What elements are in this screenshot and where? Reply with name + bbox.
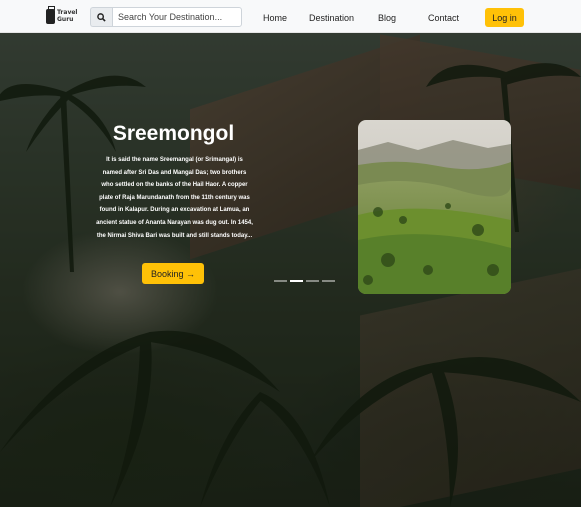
navbar: TravelGuru Home Destination Blog Contact… — [0, 0, 581, 33]
booking-label: Booking — [150, 268, 184, 279]
travel-guru-logo[interactable]: Travel Guru — [44, 6, 80, 27]
booking-button[interactable]: Booking → — [142, 263, 204, 284]
suitcase-icon — [46, 6, 55, 24]
slide-description: It is said the name Sreemangal (or Srima… — [96, 157, 253, 239]
indicator-2[interactable] — [290, 280, 303, 282]
arrow-right-icon: → — [186, 268, 196, 279]
nav-contact[interactable]: Contact — [428, 13, 459, 23]
indicator-1[interactable] — [274, 280, 287, 282]
carousel-next-button[interactable] — [566, 199, 578, 213]
destination-image-card[interactable] — [358, 120, 511, 294]
carousel-indicators — [274, 280, 335, 282]
search-icon[interactable] — [90, 7, 112, 27]
search-bar — [90, 7, 242, 27]
logo-text: Travel Guru — [57, 9, 78, 23]
slide-title: Sreemongol — [112, 122, 235, 145]
login-button[interactable]: Log in — [485, 8, 524, 27]
tea-garden-image — [358, 120, 511, 294]
search-input[interactable] — [112, 7, 242, 27]
nav-destination[interactable]: Destination — [309, 13, 354, 23]
indicator-3[interactable] — [306, 280, 319, 282]
indicator-4[interactable] — [322, 280, 335, 282]
nav-blog[interactable]: Blog — [378, 13, 396, 23]
carousel-prev-button[interactable] — [31, 199, 43, 213]
nav-home[interactable]: Home — [263, 13, 287, 23]
